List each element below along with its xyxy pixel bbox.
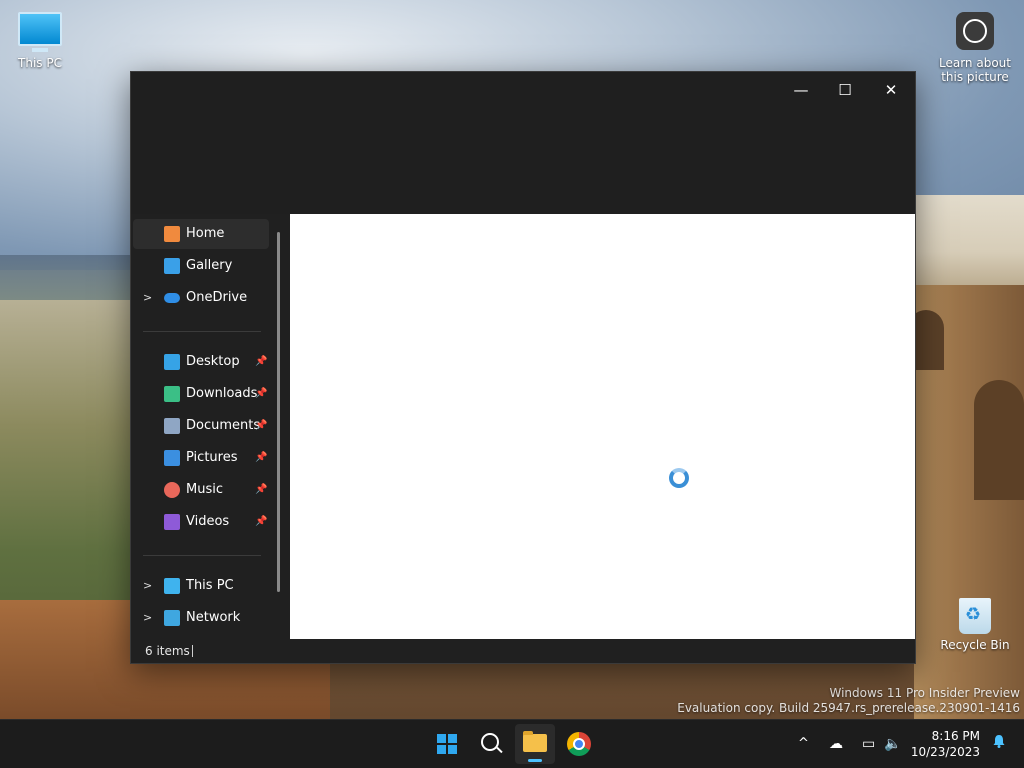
show-hidden-icons-button[interactable]: ^ [798, 720, 809, 768]
desktop-icon-label: Learn about [939, 56, 1011, 70]
notification-bell-icon[interactable] [992, 734, 1006, 748]
watermark-edition: Windows 11 Pro Insider Preview [829, 686, 1020, 700]
nav-item-desktop[interactable]: Desktop 📌 [133, 347, 269, 377]
loading-spinner-icon [669, 468, 689, 488]
pin-icon[interactable]: 📌 [255, 411, 267, 441]
taskbar: ^ ☁ ▭ 🔈 8:16 PM 10/23/2023 [0, 719, 1024, 768]
minimize-button[interactable]: — [779, 76, 823, 104]
titlebar[interactable]: — ☐ ✕ [131, 72, 915, 214]
content-pane[interactable] [290, 214, 915, 639]
watermark-build: Evaluation copy. Build 25947.rs_prerelea… [677, 701, 1020, 715]
pin-icon[interactable]: 📌 [255, 347, 267, 377]
chrome-icon [567, 732, 591, 756]
home-icon [164, 226, 180, 242]
nav-item-label: Home [186, 226, 225, 241]
pin-icon[interactable]: 📌 [255, 507, 267, 537]
pin-icon[interactable]: 📌 [255, 475, 267, 505]
nav-item-label: Desktop [186, 354, 240, 369]
pin-icon[interactable]: 📌 [255, 379, 267, 409]
desktop-icon-recycle-bin[interactable]: Recycle Bin [940, 598, 1010, 652]
start-button[interactable] [427, 724, 467, 764]
status-divider [192, 645, 193, 657]
nav-item-label: This PC [186, 578, 234, 593]
pictures-icon [164, 450, 180, 466]
desktop-icon-this-pc[interactable]: This PC [10, 12, 70, 70]
nav-item-documents[interactable]: Documents 📌 [133, 411, 269, 441]
nav-item-label: Documents [186, 418, 261, 433]
onedrive-icon [164, 293, 180, 303]
active-indicator [528, 759, 542, 762]
nav-item-videos[interactable]: Videos 📌 [133, 507, 269, 537]
desktop-icon-label: this picture [941, 70, 1009, 84]
nav-scrollbar[interactable] [277, 232, 280, 592]
camera-info-icon [956, 12, 994, 50]
clock-date: 10/23/2023 [910, 745, 980, 759]
onedrive-tray-icon[interactable]: ☁ [829, 720, 843, 768]
nav-item-label: Music [186, 482, 223, 497]
nav-item-label: Network [186, 610, 241, 625]
nav-divider [143, 331, 261, 332]
file-explorer-taskbar-button[interactable] [515, 724, 555, 764]
search-icon [481, 733, 499, 751]
wallpaper-town [914, 195, 1024, 290]
chevron-right-icon[interactable]: > [143, 571, 152, 601]
nav-item-network[interactable]: > Network [133, 603, 269, 633]
volume-icon[interactable]: 🔈 [884, 720, 901, 768]
nav-item-label: Pictures [186, 450, 238, 465]
desktop-icon-learn-about-picture[interactable]: Learn about this picture [935, 12, 1015, 84]
clock-time: 8:16 PM [931, 729, 980, 743]
pin-icon[interactable]: 📌 [255, 443, 267, 473]
search-button[interactable] [471, 724, 511, 764]
nav-item-this-pc[interactable]: > This PC [133, 571, 269, 601]
desktop-icon-label: This PC [18, 56, 62, 70]
folder-icon [523, 731, 547, 752]
music-icon [164, 482, 180, 498]
nav-item-label: Videos [186, 514, 230, 529]
downloads-icon [164, 386, 180, 402]
desktop-icon [164, 354, 180, 370]
recycle-bin-icon [959, 598, 991, 634]
chrome-taskbar-button[interactable] [559, 724, 599, 764]
maximize-button[interactable]: ☐ [823, 76, 867, 104]
navigation-pane: Home Gallery > OneDrive Desktop 📌 Downlo… [131, 214, 289, 639]
videos-icon [164, 514, 180, 530]
nav-item-gallery[interactable]: Gallery [133, 251, 269, 281]
file-explorer-window: — ☐ ✕ Home Gallery > OneDrive Desktop 📌 … [130, 71, 916, 664]
windows-logo-icon [437, 734, 457, 754]
nav-item-downloads[interactable]: Downloads 📌 [133, 379, 269, 409]
nav-item-onedrive[interactable]: > OneDrive [133, 283, 269, 313]
nav-item-label: OneDrive [186, 290, 248, 305]
desktop-icon-label: Recycle Bin [940, 638, 1010, 652]
nav-item-music[interactable]: Music 📌 [133, 475, 269, 505]
chevron-right-icon[interactable]: > [143, 283, 152, 313]
nav-item-home[interactable]: Home [133, 219, 269, 249]
nav-item-label: Downloads [186, 386, 258, 401]
status-bar: 6 items [131, 639, 915, 663]
computer-icon [18, 12, 62, 52]
this-pc-icon [164, 578, 180, 594]
wallpaper-arch [974, 380, 1024, 500]
nav-item-pictures[interactable]: Pictures 📌 [133, 443, 269, 473]
network-tray-icon[interactable]: ▭ [862, 720, 875, 768]
clock[interactable]: 8:16 PM 10/23/2023 [911, 728, 980, 760]
nav-item-label: Gallery [186, 258, 233, 273]
nav-divider [143, 555, 261, 556]
documents-icon [164, 418, 180, 434]
chevron-right-icon[interactable]: > [143, 603, 152, 633]
network-icon [164, 610, 180, 626]
close-button[interactable]: ✕ [869, 76, 913, 104]
item-count: 6 items [145, 644, 190, 658]
gallery-icon [164, 258, 180, 274]
